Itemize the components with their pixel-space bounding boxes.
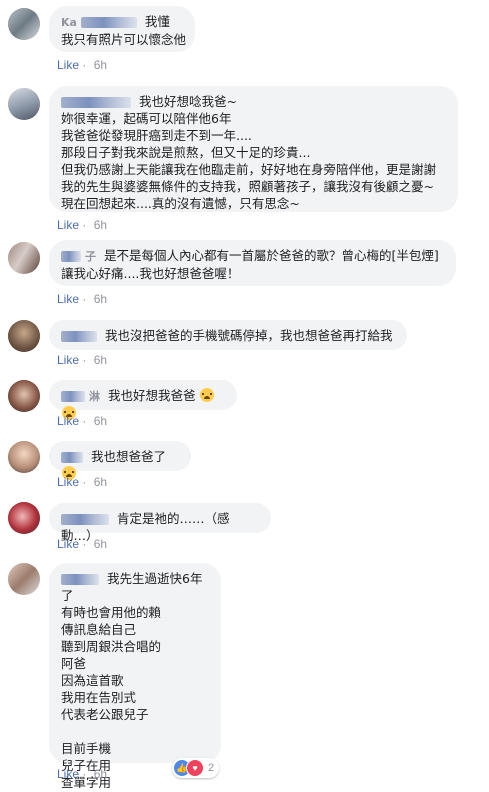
comment-bubble: 我先生過逝快6年了 有時也會用他的賴 傳訊息給自己 聽到周銀洪合唱的 阿爸 因為… (49, 563, 221, 790)
comment-text: 我也好想唸我爸~ (138, 94, 237, 109)
comment-bubble: 肯定是祂的……（感動…） (49, 503, 271, 543)
avatar[interactable] (8, 380, 40, 412)
timestamp[interactable]: 6h (94, 537, 107, 551)
comment-actions: Like · 6h (57, 218, 108, 232)
like-link[interactable]: Like (57, 537, 79, 551)
comment-text: 妳很幸運，起碼可以陪伴他6年 (61, 111, 232, 126)
comment-actions: Like · 6h (57, 475, 108, 489)
avatar[interactable] (8, 88, 40, 120)
avatar[interactable] (8, 8, 40, 40)
comment-text: 因為這首歌 (61, 673, 124, 688)
like-link[interactable]: Like (57, 292, 79, 306)
comment-bubble: 我也好想唸我爸~ 妳很幸運，起碼可以陪伴他6年 我爸爸從發現肝癌到走不到一年..… (49, 86, 458, 212)
comment-text: 那段日子對我來說是煎熬，但又十足的珍貴... (61, 145, 311, 160)
comment-actions: Like · 6h (57, 292, 108, 306)
comment-bubble: 子 是不是每個人內心都有一首屬於爸爸的歌？曾心梅的[半包煙] 讓我心好痛....… (49, 240, 456, 286)
like-link[interactable]: Like (57, 475, 79, 489)
avatar[interactable] (8, 441, 40, 473)
comment-text: 傳訊息給自己 (61, 622, 137, 637)
avatar[interactable] (8, 502, 40, 534)
timestamp[interactable]: 6h (94, 767, 107, 781)
comment-text: 目前手機 (61, 741, 112, 756)
comment-text: 現在回想起來....真的沒有遺憾，只有思念~ (61, 196, 300, 211)
comment-text: 有時也會用他的賴 (61, 605, 162, 620)
comment-text: 我也好想我爸爸 (107, 388, 196, 403)
commenter-name[interactable] (61, 570, 99, 587)
comment-text: 聽到周銀洪合唱的 (61, 639, 162, 654)
commenter-name[interactable] (61, 327, 97, 344)
comment-bubble: 淋 我也好想我爸爸 (49, 380, 237, 420)
like-link[interactable]: Like (57, 767, 79, 781)
comment-bubble: 我也沒把爸爸的手機號碼停掉，我也想爸爸再打給我 (49, 320, 407, 350)
comment-text: 我也沒把爸爸的手機號碼停掉，我也想爸爸再打給我 (104, 328, 393, 343)
commenter-name[interactable] (61, 510, 109, 527)
comment-actions: Like · 6h (57, 767, 108, 781)
commenter-name[interactable] (61, 93, 131, 110)
commenter-name[interactable]: 子 (61, 247, 96, 265)
reactions-summary[interactable]: 👍 ♥ 2 (172, 758, 220, 778)
comment-actions: Like · 6h (57, 353, 108, 367)
avatar[interactable] (8, 242, 40, 274)
comment-text: 我也想爸爸了 (90, 449, 166, 464)
timestamp[interactable]: 6h (94, 414, 107, 428)
love-reaction-icon: ♥ (186, 759, 204, 777)
comment-text: 阿爸 (61, 656, 87, 671)
commenter-name[interactable]: 淋 (61, 387, 100, 405)
like-link[interactable]: Like (57, 218, 79, 232)
avatar[interactable] (8, 563, 40, 595)
comment-actions: Like · 6h (57, 414, 108, 428)
reaction-count: 2 (208, 762, 215, 774)
like-link[interactable]: Like (57, 353, 79, 367)
timestamp[interactable]: 6h (94, 218, 107, 232)
comment-text: 我爸爸從發現肝癌到走不到一年.... (61, 128, 252, 143)
comment-text: 讓我心好痛....我也好想爸爸喔！ (61, 266, 240, 281)
comment-text: 是不是每個人內心都有一首屬於爸爸的歌？曾心梅的[半包煙] (103, 248, 439, 263)
timestamp[interactable]: 6h (94, 353, 107, 367)
comment-actions: Like · 6h (57, 537, 108, 551)
timestamp[interactable]: 6h (94, 475, 107, 489)
comment-bubble: Ka 我懂 我只有照片可以懷念他 (49, 6, 195, 52)
timestamp[interactable]: 6h (94, 292, 107, 306)
like-link[interactable]: Like (57, 414, 79, 428)
commenter-name[interactable]: Ka (61, 13, 137, 31)
like-link[interactable]: Like (57, 58, 79, 72)
avatar[interactable] (8, 320, 40, 352)
comment-text: 我只有照片可以懷念他 (61, 32, 187, 47)
crying-emoji-icon (200, 388, 215, 402)
comment-bubble: 我也想爸爸了 (49, 441, 191, 480)
comment-text: 我懂 (144, 14, 170, 29)
comment-text (61, 723, 209, 740)
timestamp[interactable]: 6h (94, 58, 107, 72)
comment-text: 我的先生與婆婆無條件的支持我，照顧著孩子，讓我沒有後顧之憂~ (61, 179, 434, 194)
comment-actions: Like · 6h (57, 58, 108, 72)
comment-text: 但我仍感謝上天能讓我在他臨走前，好好地在身旁陪伴他，更是謝謝 (61, 162, 437, 177)
commenter-name[interactable] (61, 448, 83, 465)
comment-text: 代表老公跟兒子 (61, 707, 149, 722)
comment-text: 我用在告別式 (61, 690, 137, 705)
